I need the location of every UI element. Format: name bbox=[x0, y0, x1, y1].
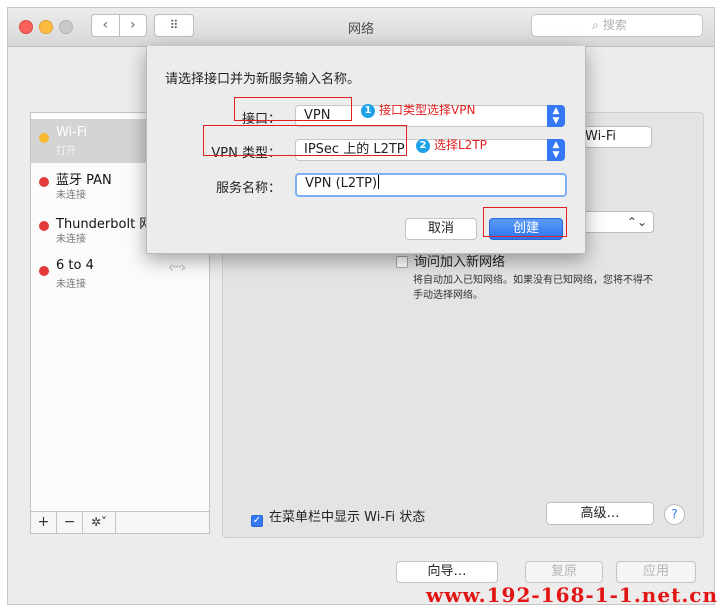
advanced-button[interactable]: 高级… bbox=[546, 502, 654, 525]
help-button[interactable]: ? bbox=[664, 504, 685, 525]
search-icon: ⌕ bbox=[592, 18, 599, 32]
search-field[interactable]: ⌕ 搜索 bbox=[531, 14, 703, 37]
apply-button[interactable]: 应用 bbox=[616, 561, 696, 583]
show-wifi-status-checkbox[interactable]: ✓ bbox=[251, 515, 263, 527]
highlight-vpn-type bbox=[203, 125, 407, 156]
annotation-text: 接口类型选择VPN bbox=[379, 103, 476, 117]
status-dot bbox=[39, 177, 49, 187]
step-number-badge: 2 bbox=[416, 139, 430, 153]
title-bar: ‹ › ⠿ 网络 ⌕ 搜索 bbox=[8, 8, 714, 47]
wifi-toggle-button[interactable]: Wi-Fi bbox=[578, 126, 652, 148]
add-service-button[interactable]: + bbox=[31, 512, 57, 533]
chevron-updown-icon: ▲ ▼ bbox=[547, 139, 565, 161]
status-dot bbox=[39, 133, 49, 143]
network-preferences-window: ‹ › ⠿ 网络 ⌕ 搜索 Wi-Fi 打开 蓝牙 PAN 未连接 Thunder… bbox=[7, 7, 715, 605]
service-name-value: VPN (L2TP) bbox=[305, 176, 378, 191]
service-status: 未连接 bbox=[56, 190, 86, 201]
annotation-text: 选择L2TP bbox=[434, 138, 487, 152]
service-name: Wi-Fi bbox=[56, 125, 88, 140]
remove-service-button[interactable]: − bbox=[57, 512, 83, 533]
ask-join-note: 将自动加入已知网络。如果没有已知网络，您将不得不手动选择网络。 bbox=[413, 275, 653, 301]
service-status: 未连接 bbox=[56, 279, 86, 290]
service-status: 未连接 bbox=[56, 234, 86, 245]
annotation-step-1: 1 接口类型选择VPN bbox=[361, 101, 475, 118]
ask-join-checkbox[interactable] bbox=[396, 256, 408, 268]
watermark: www.192-168-1-1.net.cn bbox=[426, 583, 718, 607]
chevron-updown-icon: ▲ ▼ bbox=[547, 105, 565, 127]
show-wifi-status-label: 在菜单栏中显示 Wi-Fi 状态 bbox=[269, 510, 426, 525]
connection-arrows-icon: ‹···› bbox=[168, 258, 186, 276]
annotation-step-2: 2 选择L2TP bbox=[416, 136, 487, 153]
cancel-button[interactable]: 取消 bbox=[405, 218, 477, 240]
chevron-updown-icon: ⌃⌄ bbox=[626, 215, 647, 229]
sheet-prompt: 请选择接口并为新服务输入名称。 bbox=[165, 72, 361, 87]
service-list-toolbar: + − ✲˅ bbox=[30, 512, 210, 534]
search-placeholder: 搜索 bbox=[602, 18, 627, 32]
network-name-select[interactable]: ⌃⌄ bbox=[578, 211, 654, 233]
assist-button[interactable]: 向导… bbox=[396, 561, 498, 583]
highlight-interface bbox=[234, 97, 352, 121]
show-wifi-status-row[interactable]: ✓ 在菜单栏中显示 Wi-Fi 状态 bbox=[251, 506, 425, 527]
gear-icon[interactable]: ✲˅ bbox=[83, 512, 116, 533]
status-dot bbox=[39, 221, 49, 231]
service-name-label: 服务名称： bbox=[215, 181, 281, 196]
status-dot bbox=[39, 266, 49, 276]
revert-button[interactable]: 复原 bbox=[525, 561, 603, 583]
step-number-badge: 1 bbox=[361, 104, 375, 118]
text-caret bbox=[378, 175, 380, 189]
service-status: 打开 bbox=[56, 146, 76, 157]
service-name-input[interactable]: VPN (L2TP) bbox=[295, 173, 567, 197]
ask-join-label: 询问加入新网络 bbox=[414, 255, 506, 270]
highlight-create bbox=[483, 207, 567, 237]
service-name: 6 to 4 bbox=[56, 258, 94, 273]
